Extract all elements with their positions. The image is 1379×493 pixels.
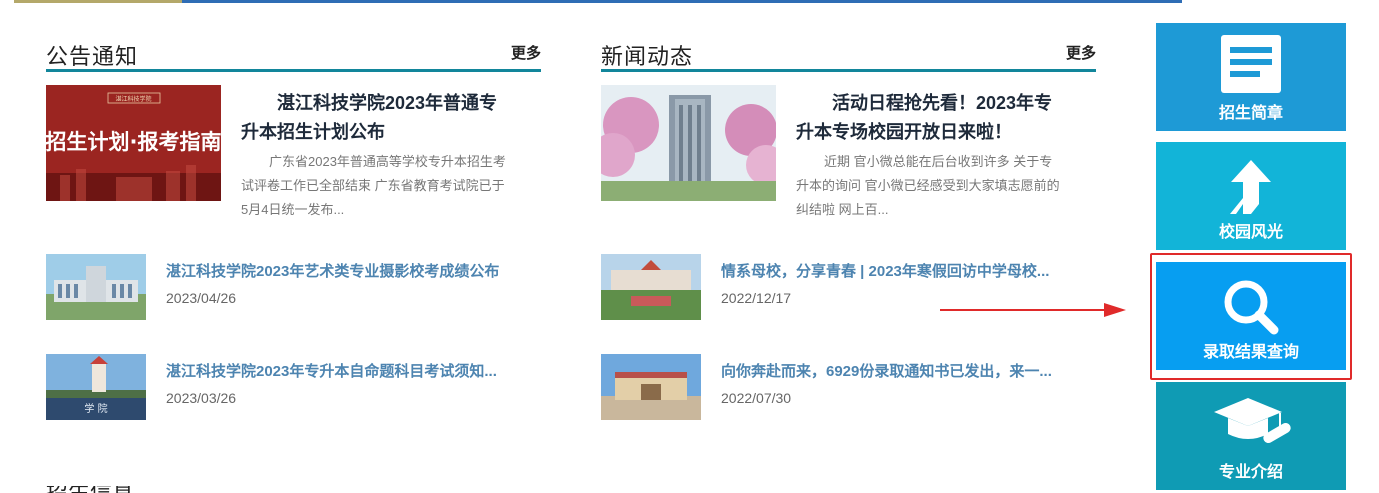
notice-title: 公告通知 [46, 44, 139, 69]
notice-featured-title[interactable]: 湛江科技学院2023年普通专升本招生计划公布 [241, 89, 506, 147]
notice-section: 公告通知 更多 湛江科技学院 招生计划·报考指南 湛江科技学院2023年普通专升… [46, 36, 541, 420]
list-item-date: 2022/12/17 [721, 290, 792, 306]
news-more-link[interactable]: 更多 [1066, 42, 1096, 63]
next-section-title: 招生信息 [46, 486, 134, 493]
list-item-thumbnail[interactable] [601, 254, 701, 320]
top-banner-strip [0, 0, 1379, 3]
arrow-up-icon [1230, 160, 1271, 214]
tile-major-introduction[interactable]: 专业介绍 [1156, 382, 1346, 490]
list-item[interactable]: 学 院 湛江科技学院2023年专升本自命题科目考试须知... 2023/03/2… [46, 354, 541, 420]
list-item-title[interactable]: 情系母校，分享青春 | 2023年寒假回访中学母校... [721, 260, 1066, 281]
list-item-thumbnail[interactable] [46, 254, 146, 320]
tile-label: 校园风光 [1218, 224, 1283, 241]
list-item-title[interactable]: 湛江科技学院2023年艺术类专业摄影校考成绩公布 [166, 260, 511, 281]
red-arrow-annotation [940, 303, 1126, 317]
news-header: 新闻动态 更多 [601, 36, 1096, 72]
news-section: 新闻动态 更多 活动日程抢先看！2023年专升本专场校园开放日来啦！ 近期 官小… [601, 36, 1096, 420]
notice-more-link[interactable]: 更多 [511, 42, 541, 63]
news-title: 新闻动态 [601, 44, 694, 69]
list-item[interactable]: 向你奔赴而来，6929份录取通知书已发出，来一... 2022/07/30 [601, 354, 1096, 420]
news-featured-desc: 近期 官小微总能在后台收到许多 关于专升本的询问 官小微已经感受到大家填志愿前的… [796, 154, 1060, 217]
list-item-date: 2023/03/26 [166, 390, 237, 406]
svg-text:湛江科技学院: 湛江科技学院 [115, 95, 151, 103]
list-item-title[interactable]: 湛江科技学院2023年专升本自命题科目考试须知... [166, 360, 511, 381]
list-item[interactable]: 湛江科技学院2023年艺术类专业摄影校考成绩公布 2023/04/26 [46, 254, 541, 320]
list-item-date: 2022/07/30 [721, 390, 792, 406]
tile-campus-scenery[interactable]: 校园风光 [1156, 142, 1346, 250]
list-item-thumbnail[interactable] [601, 354, 701, 420]
news-featured-title[interactable]: 活动日程抢先看！2023年专升本专场校园开放日来啦！ [796, 89, 1061, 147]
notice-featured-image[interactable]: 湛江科技学院 招生计划·报考指南 [46, 85, 221, 201]
banner-image-edge [14, 0, 182, 3]
document-icon [1221, 35, 1281, 93]
news-featured[interactable]: 活动日程抢先看！2023年专升本专场校园开放日来啦！ 近期 官小微总能在后台收到… [601, 72, 1096, 222]
notice-header: 公告通知 更多 [46, 36, 541, 72]
list-item-date: 2023/04/26 [166, 290, 237, 306]
tile-admission-brochure[interactable]: 招生简章 [1156, 23, 1346, 131]
svg-text:学 院: 学 院 [84, 402, 107, 415]
graduation-cap-icon [1214, 398, 1291, 443]
list-item-title[interactable]: 向你奔赴而来，6929份录取通知书已发出，来一... [721, 360, 1066, 381]
notice-featured-desc: 广东省2023年普通高等学校专升本招生考试评卷工作已全部结束 广东省教育考试院已… [241, 154, 506, 217]
notice-featured-image-text: 招生计划·报考指南 [46, 130, 221, 154]
highlight-box-annotation [1150, 253, 1352, 380]
list-item-thumbnail[interactable]: 学 院 [46, 354, 146, 420]
news-featured-image[interactable] [601, 85, 776, 201]
banner-blue-edge [182, 0, 1182, 3]
tile-label: 招生简章 [1218, 105, 1283, 122]
notice-featured[interactable]: 湛江科技学院 招生计划·报考指南 湛江科技学院2023年普通专升本招生计划公布 … [46, 72, 541, 222]
tile-label: 专业介绍 [1218, 464, 1283, 481]
